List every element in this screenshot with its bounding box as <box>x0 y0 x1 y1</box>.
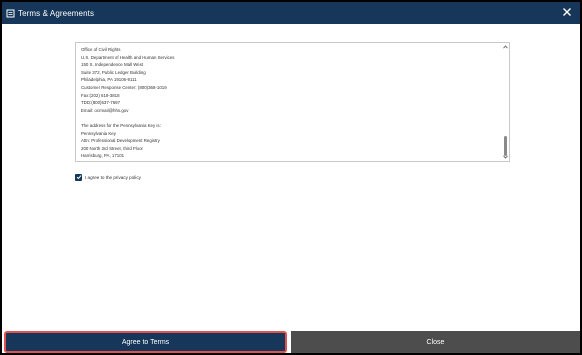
terms-text-content: Office of Civil Rights U.S. Department of… <box>81 46 495 159</box>
terms-text-line: TDD:(800)537-7697 <box>81 100 121 106</box>
terms-text-line: Fax:(202) 619-3818 <box>81 92 120 98</box>
terms-text-line: Email: ocrmail@hhs.gov <box>81 107 129 113</box>
terms-text-line: Pennsylvania Key <box>81 130 116 136</box>
scroll-down-arrow-icon[interactable] <box>502 154 508 160</box>
terms-text-line: Office of Civil Rights <box>81 47 121 52</box>
terms-text-line: 150 S. Independence Mall West <box>81 62 144 68</box>
terms-text-line: 200 North 3rd Street, third Floor <box>81 145 143 151</box>
terms-text-line <box>81 114 495 122</box>
document-icon <box>6 9 15 18</box>
privacy-checkbox[interactable] <box>75 173 82 181</box>
privacy-agreement-row: I agree to the privacy policy <box>75 172 141 182</box>
agree-to-terms-button[interactable]: Agree to Terms <box>4 331 287 353</box>
terms-dialog: Terms & Agreements Office of Civil Right… <box>2 2 580 353</box>
terms-text-line: Harrisburg, PA, 17101 <box>81 153 125 159</box>
terms-text-line: U.S. Department of Health and Human Serv… <box>81 54 175 60</box>
terms-scrollbar[interactable] <box>502 44 508 160</box>
terms-text-line: Suite 372, Public Ledger Building <box>81 69 146 75</box>
dialog-titlebar: Terms & Agreements <box>2 2 580 24</box>
dialog-title: Terms & Agreements <box>18 8 95 18</box>
terms-text-line: Customer Response Center: (800)368-1019 <box>81 84 167 90</box>
scroll-up-arrow-icon[interactable] <box>502 44 508 50</box>
dialog-footer: Agree to Terms Close <box>2 331 580 353</box>
close-button[interactable]: Close <box>291 331 580 353</box>
close-icon[interactable] <box>560 5 574 19</box>
terms-text-box[interactable]: Office of Civil Rights U.S. Department of… <box>75 42 510 162</box>
terms-text-line: The address for the Pennsylvania Key is: <box>81 122 161 128</box>
privacy-checkbox-label[interactable]: I agree to the privacy policy <box>85 175 141 180</box>
scroll-thumb[interactable] <box>503 136 507 156</box>
terms-text-line: Attn: Professional Development Registry <box>81 138 160 144</box>
terms-text-line: Philadelphia, PA 19106-9111 <box>81 77 137 83</box>
